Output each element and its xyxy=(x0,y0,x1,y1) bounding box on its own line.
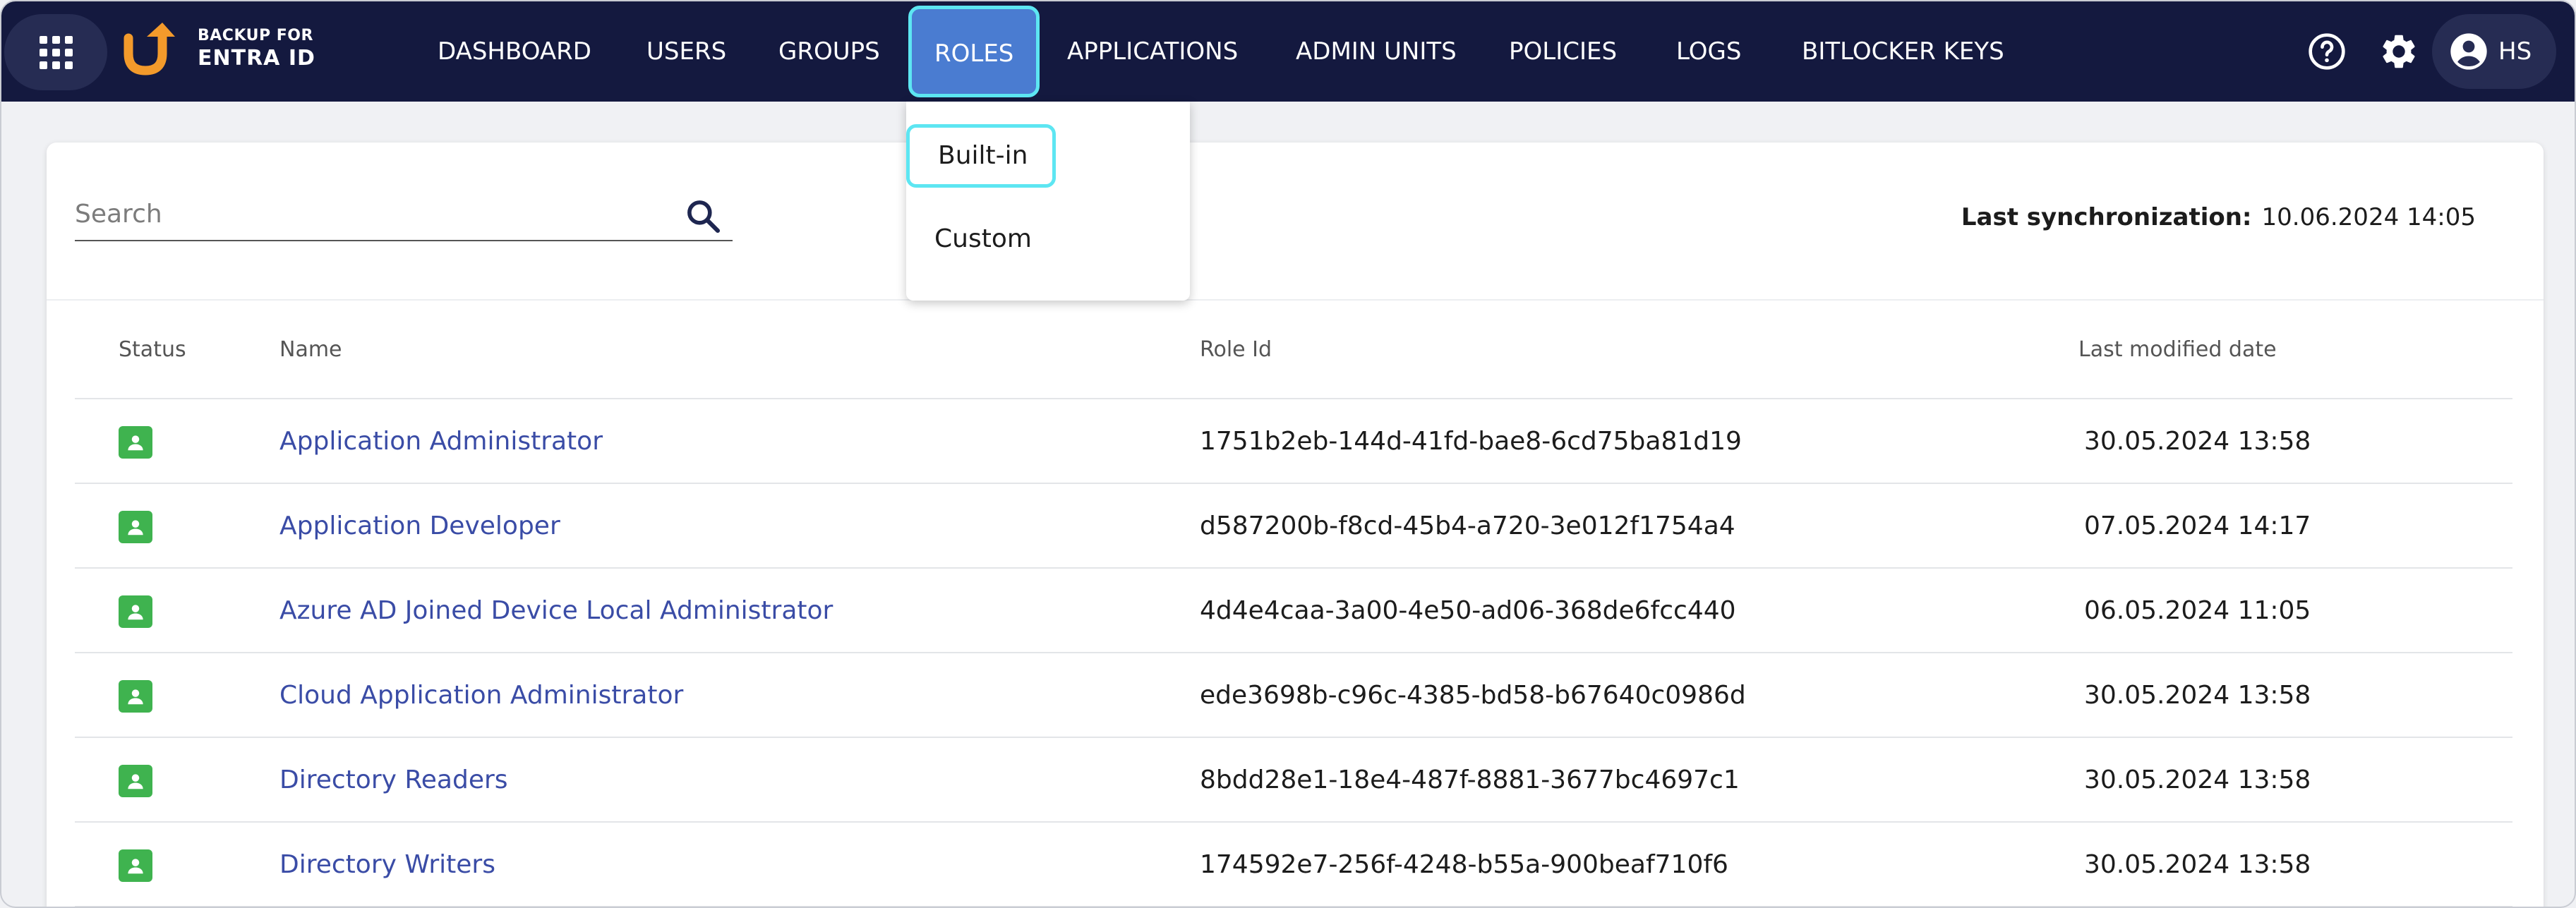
last-modified-date: 30.05.2024 13:58 xyxy=(2084,427,2311,456)
app-window: BACKUP FOR ENTRA ID DASHBOARD USERS GROU… xyxy=(0,0,2576,908)
app-launcher-button[interactable] xyxy=(4,14,107,90)
last-modified-date: 30.05.2024 13:58 xyxy=(2084,681,2311,710)
nav-dashboard[interactable]: DASHBOARD xyxy=(438,1,591,102)
roles-dropdown-menu: Built-in Custom xyxy=(906,102,1190,301)
grid-icon xyxy=(39,35,73,69)
role-name-link[interactable]: Directory Writers xyxy=(279,823,495,907)
search-input[interactable] xyxy=(75,190,668,237)
user-initials: HS xyxy=(2498,37,2532,66)
header-status[interactable]: Status xyxy=(119,301,186,399)
nav-admin-units[interactable]: ADMIN UNITS xyxy=(1296,1,1457,102)
role-id: 8bdd28e1-18e4-487f-8881-3677bc4697c1 xyxy=(1200,765,1740,794)
role-badge-icon xyxy=(119,680,152,713)
nav-groups[interactable]: GROUPS xyxy=(778,1,880,102)
header-role-id[interactable]: Role Id xyxy=(1200,301,1272,399)
last-modified-date: 30.05.2024 13:58 xyxy=(2084,765,2311,794)
menu-item-built-in[interactable]: Built-in xyxy=(906,124,1056,188)
role-name-link[interactable]: Azure AD Joined Device Local Administrat… xyxy=(279,569,833,653)
last-modified-date: 07.05.2024 14:17 xyxy=(2084,511,2311,540)
sync-value: 10.06.2024 14:05 xyxy=(2261,203,2476,231)
account-menu-button[interactable]: HS xyxy=(2432,14,2556,89)
role-name-link[interactable]: Directory Readers xyxy=(279,738,508,823)
role-id: 1751b2eb-144d-41fd-bae8-6cd75ba81d19 xyxy=(1200,427,1742,456)
top-navbar: BACKUP FOR ENTRA ID DASHBOARD USERS GROU… xyxy=(1,1,2575,102)
gear-icon xyxy=(2383,35,2415,68)
role-name-link[interactable]: Application Administrator xyxy=(279,399,603,484)
role-id: 174592e7-256f-4248-b55a-900beaf710f6 xyxy=(1200,850,1728,879)
table-row[interactable]: Application Administrator 1751b2eb-144d-… xyxy=(75,399,2512,484)
brand-line-2: ENTRA ID xyxy=(198,46,315,71)
role-id: 4d4e4caa-3a00-4e50-ad06-368de6fcc440 xyxy=(1200,596,1736,625)
role-name-link[interactable]: Application Developer xyxy=(279,484,560,569)
nav-users[interactable]: USERS xyxy=(646,1,726,102)
help-button[interactable] xyxy=(2302,27,2352,76)
roles-card: Last synchronization: 10.06.2024 14:05 St… xyxy=(47,143,2544,907)
settings-button[interactable] xyxy=(2374,27,2424,76)
header-last-modified[interactable]: Last modified date xyxy=(2078,301,2277,399)
table-row[interactable]: Directory Writers 174592e7-256f-4248-b55… xyxy=(75,823,2512,907)
nav-applications[interactable]: APPLICATIONS xyxy=(1067,1,1238,102)
nav-policies[interactable]: POLICIES xyxy=(1509,1,1617,102)
table-header: Status Name Role Id Last modified date xyxy=(75,301,2512,399)
help-icon xyxy=(2309,33,2345,70)
role-id: d587200b-f8cd-45b4-a720-3e012f1754a4 xyxy=(1200,511,1735,540)
roles-table: Status Name Role Id Last modified date A… xyxy=(75,301,2512,907)
table-toolbar: Last synchronization: 10.06.2024 14:05 xyxy=(47,143,2544,301)
brand-name: BACKUP FOR ENTRA ID xyxy=(198,26,315,71)
last-modified-date: 06.05.2024 11:05 xyxy=(2084,596,2311,625)
role-id: ede3698b-c96c-4385-bd58-b67640c0986d xyxy=(1200,681,1746,710)
menu-item-custom[interactable]: Custom xyxy=(934,222,1032,257)
table-row[interactable]: Cloud Application Administrator ede3698b… xyxy=(75,653,2512,738)
brand-line-1: BACKUP FOR xyxy=(198,27,313,44)
nav-bitlocker-keys[interactable]: BITLOCKER KEYS xyxy=(1802,1,2004,102)
backup-logo-icon xyxy=(124,23,175,75)
role-name-link[interactable]: Cloud Application Administrator xyxy=(279,653,683,738)
sync-label: Last synchronization: xyxy=(1961,203,2252,231)
last-modified-date: 30.05.2024 13:58 xyxy=(2084,850,2311,879)
role-badge-icon xyxy=(119,426,152,459)
search-icon[interactable] xyxy=(683,196,723,236)
table-row[interactable]: Directory Readers 8bdd28e1-18e4-487f-888… xyxy=(75,738,2512,823)
account-circle-icon xyxy=(2450,33,2487,70)
nav-roles[interactable]: ROLES xyxy=(908,6,1040,97)
last-synchronization: Last synchronization: 10.06.2024 14:05 xyxy=(1961,203,2476,231)
role-badge-icon xyxy=(119,849,152,882)
table-body: Application Administrator 1751b2eb-144d-… xyxy=(75,399,2512,907)
header-name[interactable]: Name xyxy=(279,301,342,399)
table-row[interactable]: Application Developer d587200b-f8cd-45b4… xyxy=(75,484,2512,569)
role-badge-icon xyxy=(119,595,152,628)
table-row[interactable]: Azure AD Joined Device Local Administrat… xyxy=(75,569,2512,653)
role-badge-icon xyxy=(119,511,152,543)
search-box xyxy=(75,190,733,241)
role-badge-icon xyxy=(119,765,152,797)
nav-logs[interactable]: LOGS xyxy=(1676,1,1741,102)
